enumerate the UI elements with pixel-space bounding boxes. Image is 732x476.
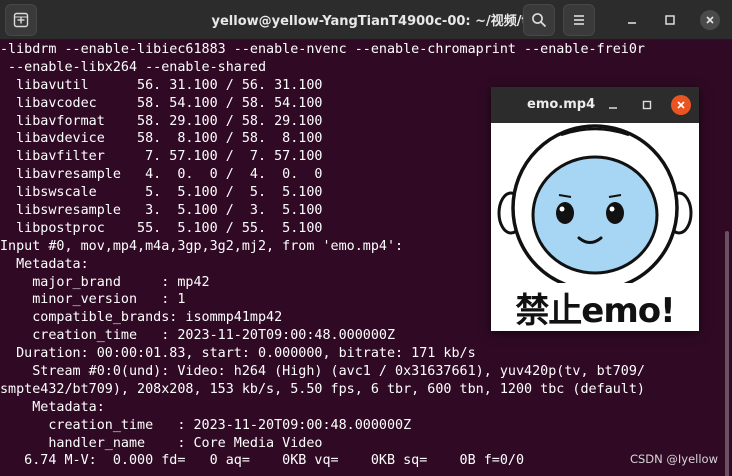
terminal-titlebar: yellow@yellow-YangTianT4900c-00: ~/视频/te… <box>0 0 732 40</box>
video-maximize-button[interactable] <box>635 93 659 117</box>
terminal-line: -libdrm --enable-libiec61883 --enable-nv… <box>0 42 645 57</box>
terminal-line: creation_time : 2023-11-20T09:00:48.0000… <box>0 417 412 433</box>
video-minimize-button[interactable] <box>601 93 625 117</box>
terminal-line: --enable-libx264 --enable-shared <box>0 59 267 75</box>
maximize-icon <box>642 100 652 110</box>
minimize-icon <box>609 107 617 109</box>
close-icon <box>706 16 714 24</box>
video-player-window[interactable]: emo.mp4 禁止emo! <box>491 87 699 331</box>
terminal-line: Duration: 00:00:01.83, start: 0.000000, … <box>0 346 476 362</box>
maximize-button[interactable] <box>656 6 684 34</box>
astronaut-face-illustration <box>497 124 693 283</box>
hamburger-menu-icon <box>574 15 584 25</box>
video-frame-caption: 禁止emo! <box>515 291 675 331</box>
terminal-line: Metadata: <box>0 399 105 415</box>
search-icon <box>532 13 547 28</box>
video-window-title: emo.mp4 <box>527 97 596 112</box>
minimize-button[interactable] <box>618 6 646 34</box>
menu-button[interactable] <box>563 4 595 36</box>
minimize-icon <box>628 22 636 24</box>
video-close-button[interactable] <box>669 93 693 117</box>
close-icon <box>677 101 685 109</box>
terminal-scrollbar[interactable] <box>722 41 732 476</box>
terminal-line: 6.74 M-V: 0.000 fd= 0 aq= 0KB vq= 0KB sq… <box>0 453 525 469</box>
video-close-circle <box>671 95 691 115</box>
close-button[interactable] <box>696 6 724 34</box>
maximize-icon <box>665 15 675 25</box>
video-frame: 禁止emo! <box>491 123 699 331</box>
watermark: CSDN @Iyellow <box>629 452 718 466</box>
terminal-line: handler_name : Core Media Video <box>0 435 323 451</box>
close-button-circle <box>700 10 720 30</box>
search-button[interactable] <box>523 4 555 36</box>
video-titlebar[interactable]: emo.mp4 <box>491 87 699 123</box>
terminal-line: Stream #0:0(und): Video: h264 (High) (av… <box>0 364 645 380</box>
scrollbar-thumb[interactable] <box>725 231 729 476</box>
terminal-line: smpte432/bt709), 208x208, 153 kb/s, 5.50… <box>0 381 645 397</box>
